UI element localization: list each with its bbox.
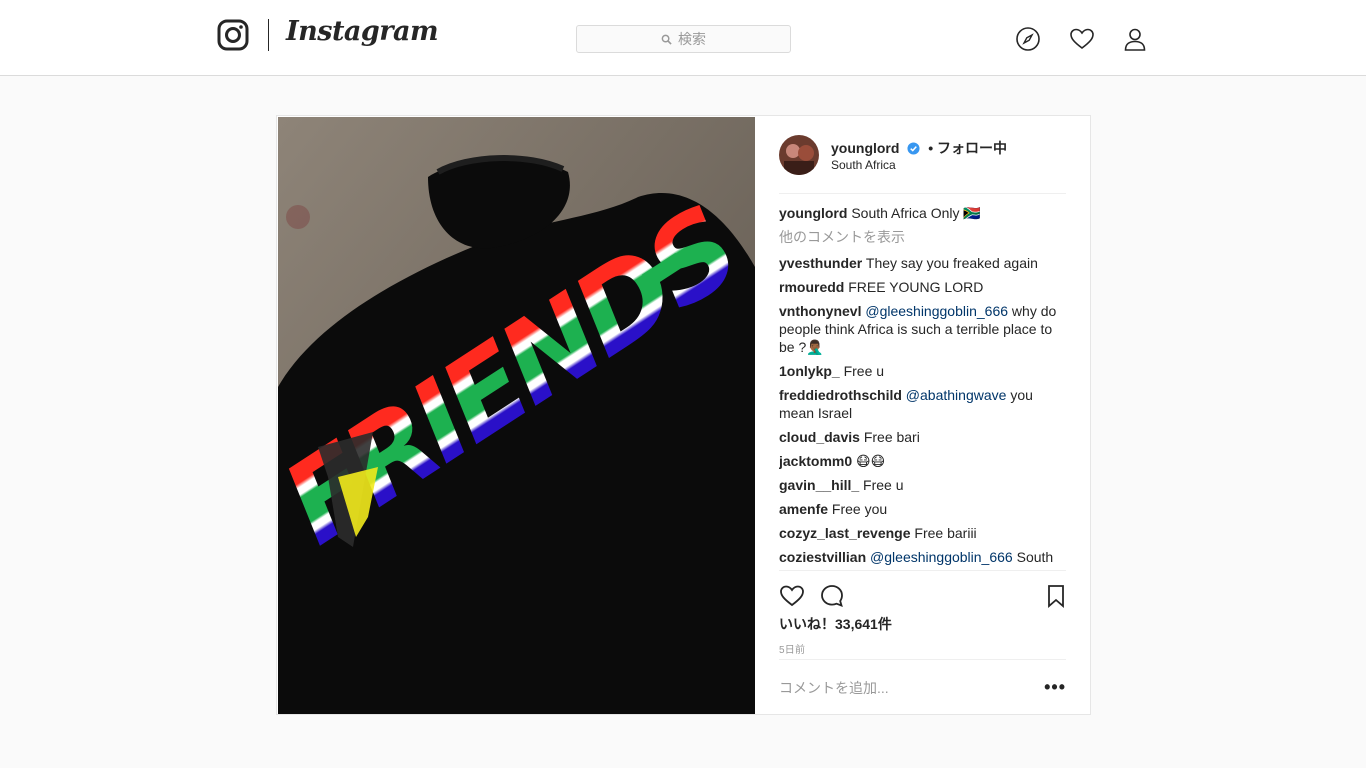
search-placeholder: 検索 (678, 31, 706, 47)
comment-row: gavin__hill_ Free u (779, 476, 1066, 494)
comment-text: They say you freaked again (865, 255, 1038, 271)
comment-row: cloud_davis Free bari (779, 428, 1066, 446)
comment-row: coziestvillian @gleeshinggoblin_666 Sout… (779, 548, 1066, 566)
comment-row: rmouredd FREE YOUNG LORD (779, 278, 1066, 296)
comment-text: South (1016, 549, 1054, 565)
comment-mention-link[interactable]: @gleeshinggoblin_666 (865, 303, 1008, 319)
comment-row: vnthonynevl @gleeshinggoblin_666 why do … (779, 302, 1066, 356)
comment-composer: コメントを追加... ••• (779, 659, 1066, 715)
tshirt-photo-graphic: FRIENDS (278, 117, 755, 714)
comment-username[interactable]: gavin__hill_ (779, 477, 859, 493)
comment-text: Free you (831, 501, 888, 517)
top-navigation-bar: Instagram 検索 (0, 0, 1366, 76)
comment-mention-link[interactable]: @abathingwave (906, 387, 1007, 403)
comment-row: 1onlykp_ Free u (779, 362, 1066, 380)
comment-username[interactable]: freddiedrothschild (779, 387, 902, 403)
caption: younglord South Africa Only 🇿🇦 (779, 204, 1066, 222)
post-timestamp[interactable]: 5日前 (779, 641, 805, 656)
instagram-camera-icon[interactable] (217, 19, 249, 51)
comment-text: Free u (863, 477, 904, 493)
following-button[interactable]: • フォロー中 (928, 140, 1007, 156)
more-options-button[interactable]: ••• (1044, 677, 1066, 698)
heart-icon[interactable] (1069, 26, 1095, 52)
comment-username[interactable]: vnthonynevl (779, 303, 861, 319)
post-author-username[interactable]: younglord (831, 140, 899, 156)
comment-username[interactable]: 1onlykp_ (779, 363, 840, 379)
profile-icon[interactable] (1122, 26, 1148, 52)
comment-username[interactable]: cozyz_last_revenge (779, 525, 911, 541)
like-icon[interactable] (779, 583, 805, 609)
comment-row: cozyz_last_revenge Free bariii (779, 524, 1066, 542)
add-comment-input[interactable]: コメントを追加... (779, 678, 889, 698)
bookmark-icon[interactable] (1043, 583, 1069, 609)
search-input[interactable]: 検索 (576, 25, 791, 53)
comment-row: jacktomm0 😷😷 (779, 452, 1066, 470)
caption-username[interactable]: younglord (779, 205, 847, 221)
comment-username[interactable]: coziestvillian (779, 549, 866, 565)
comment-username[interactable]: rmouredd (779, 279, 844, 295)
avatar[interactable] (779, 135, 819, 175)
load-more-comments-link[interactable]: 他のコメントを表示 (779, 228, 1066, 246)
comment-row: yvesthunder They say you freaked again (779, 254, 1066, 272)
comment-text: Free bariii (914, 525, 977, 541)
action-bar (779, 570, 1066, 608)
comment-row: amenfe Free you (779, 500, 1066, 518)
comment-username[interactable]: cloud_davis (779, 429, 860, 445)
comment-text: FREE YOUNG LORD (848, 279, 984, 295)
comment-text: Free bari (863, 429, 920, 445)
logo-divider (268, 19, 269, 51)
comment-username[interactable]: amenfe (779, 501, 828, 517)
comment-icon[interactable] (819, 583, 845, 609)
search-icon (661, 34, 672, 45)
like-count[interactable]: いいね！33,641件 (779, 614, 892, 634)
post-sidebar: younglord • フォロー中 South Africa younglord… (755, 116, 1090, 714)
comment-username[interactable]: yvesthunder (779, 255, 862, 271)
verified-badge-icon (907, 142, 920, 155)
instagram-wordmark[interactable]: Instagram (286, 16, 439, 47)
comments-list[interactable]: younglord South Africa Only 🇿🇦 他のコメントを表示… (779, 204, 1066, 569)
comment-text: 😷😷 (856, 453, 886, 469)
comment-mention-link[interactable]: @gleeshinggoblin_666 (870, 549, 1013, 565)
compass-icon[interactable] (1015, 26, 1041, 52)
post-card: FRIENDS younglord • フォロー中 South Africa y… (276, 115, 1091, 715)
post-header: younglord • フォロー中 South Africa (779, 135, 1066, 194)
comment-username[interactable]: jacktomm0 (779, 453, 852, 469)
caption-text: South Africa Only 🇿🇦 (851, 205, 981, 221)
comment-row: freddiedrothschild @abathingwave you mea… (779, 386, 1066, 422)
post-photo[interactable]: FRIENDS (278, 117, 755, 714)
post-location[interactable]: South Africa (831, 158, 896, 172)
comment-text: Free u (843, 363, 885, 379)
